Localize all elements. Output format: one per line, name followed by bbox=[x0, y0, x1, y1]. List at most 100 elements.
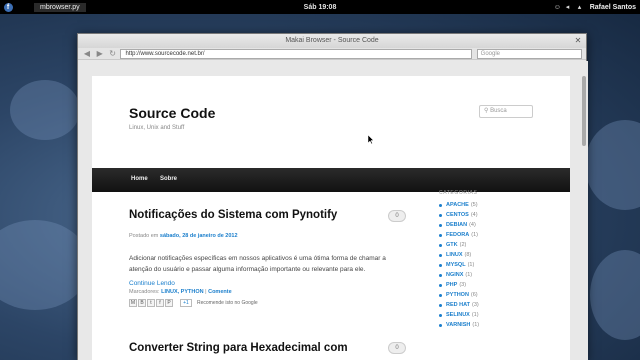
site-title[interactable]: Source Code bbox=[129, 105, 215, 121]
category-link[interactable]: RED HAT bbox=[446, 300, 470, 310]
post-title[interactable]: Converter String para Hexadecimal com bbox=[129, 342, 348, 354]
twitter-share-icon[interactable]: t bbox=[147, 299, 155, 307]
page-scrollbar[interactable] bbox=[582, 76, 586, 146]
category-count: (1) bbox=[471, 232, 478, 238]
bullet-icon bbox=[439, 293, 442, 297]
volume-icon[interactable]: ◂ bbox=[566, 4, 573, 11]
browser-window: Makai Browser - Source Code ✕ ◀ ▶ ↻ http… bbox=[77, 33, 588, 360]
comment-link[interactable]: Comente bbox=[208, 289, 232, 295]
close-icon[interactable]: ✕ bbox=[574, 37, 582, 45]
category-count: (3) bbox=[472, 302, 479, 308]
bullet-icon bbox=[439, 313, 442, 317]
nav-link-sobre[interactable]: Sobre bbox=[160, 176, 177, 182]
site-navbar: Home Sobre bbox=[92, 168, 570, 192]
categories-sidebar: CATEGORIAS APACHE (5) CENTOS (4) DEBIAN (4)… bbox=[439, 190, 479, 330]
google-plus-one-icon[interactable]: +1 bbox=[180, 299, 192, 307]
desktop-rock bbox=[590, 250, 640, 340]
bullet-icon bbox=[439, 223, 442, 227]
web-search-input[interactable]: Google bbox=[476, 48, 582, 59]
continue-reading-link[interactable]: Continue Lendo bbox=[129, 278, 407, 289]
clock[interactable]: Sáb 19:08 bbox=[0, 4, 640, 11]
url-input[interactable]: http://www.sourcecode.net.br/ bbox=[120, 48, 472, 59]
pinterest-share-icon[interactable]: P bbox=[165, 299, 173, 307]
blogthis-share-icon[interactable]: B bbox=[138, 299, 146, 307]
recommend-text: Recomende isto no Google bbox=[197, 300, 258, 306]
labels-prefix: Marcadores: bbox=[129, 289, 160, 295]
post-excerpt: Adicionar notificações específicas em no… bbox=[129, 255, 386, 273]
category-item: PHP (3) bbox=[439, 280, 479, 290]
top-panel: f mbrowser.py Sáb 19:08 ☺ ◂ ▴ Rafael San… bbox=[0, 0, 640, 14]
bullet-icon bbox=[439, 303, 442, 307]
category-count: (2) bbox=[459, 242, 467, 248]
category-item: LINUX (8) bbox=[439, 250, 479, 260]
bullet-icon bbox=[439, 203, 442, 207]
window-title: Makai Browser - Source Code bbox=[285, 37, 379, 44]
post-title[interactable]: Notificações do Sistema com Pynotify bbox=[129, 209, 337, 221]
accessibility-icon[interactable]: ☺ bbox=[554, 4, 561, 11]
bullet-icon bbox=[439, 253, 442, 257]
category-item: GTK (2) bbox=[439, 240, 479, 250]
category-link[interactable]: PYTHON bbox=[446, 290, 469, 300]
category-link[interactable]: MYSQL bbox=[446, 260, 466, 270]
site-search-placeholder: Busca bbox=[490, 108, 507, 114]
category-link[interactable]: SELINUX bbox=[446, 310, 470, 320]
bullet-icon bbox=[439, 213, 442, 217]
browser-viewport: Source Code Linux, Unix and Stuff ⚲ Busc… bbox=[78, 61, 588, 360]
category-count: (5) bbox=[470, 202, 478, 208]
category-item: MYSQL (1) bbox=[439, 260, 479, 270]
app-menu[interactable]: mbrowser.py bbox=[34, 2, 86, 12]
category-count: (1) bbox=[471, 312, 479, 318]
category-count: (4) bbox=[470, 212, 478, 218]
category-count: (6) bbox=[470, 292, 478, 298]
categories-heading: CATEGORIAS bbox=[439, 190, 478, 196]
system-tray: ☺ ◂ ▴ Rafael Santos bbox=[554, 0, 636, 14]
desktop-rock bbox=[585, 120, 640, 210]
facebook-share-icon[interactable]: f bbox=[156, 299, 164, 307]
forward-arrow-icon[interactable]: ▶ bbox=[95, 49, 105, 59]
category-item: CENTOS (4) bbox=[439, 210, 479, 220]
post-labels: Marcadores: LINUX, PYTHON | Comente bbox=[129, 289, 232, 295]
bullet-icon bbox=[439, 263, 442, 267]
nav-link-home[interactable]: Home bbox=[131, 176, 148, 182]
post-date-link[interactable]: sábado, 28 de janeiro de 2012 bbox=[160, 233, 238, 239]
category-link[interactable]: PHP bbox=[446, 280, 457, 290]
email-share-icon[interactable]: M bbox=[129, 299, 137, 307]
site-search-input[interactable]: ⚲ Busca bbox=[479, 105, 533, 118]
fedora-logo-icon: f bbox=[3, 2, 13, 12]
comment-count-badge[interactable]: 0 bbox=[388, 210, 406, 222]
category-link[interactable]: CENTOS bbox=[446, 210, 469, 220]
activities-button[interactable]: f bbox=[0, 0, 16, 14]
comment-count-badge[interactable]: 0 bbox=[388, 342, 406, 354]
category-link[interactable]: APACHE bbox=[446, 200, 469, 210]
category-link[interactable]: DEBIAN bbox=[446, 220, 467, 230]
browser-toolbar: ◀ ▶ ↻ http://www.sourcecode.net.br/ Goog… bbox=[78, 48, 586, 60]
category-item: RED HAT (3) bbox=[439, 300, 479, 310]
mouse-cursor-icon bbox=[368, 135, 374, 144]
bullet-icon bbox=[439, 273, 442, 277]
web-page: Source Code Linux, Unix and Stuff ⚲ Busc… bbox=[92, 76, 570, 360]
user-menu[interactable]: Rafael Santos bbox=[590, 4, 636, 11]
back-arrow-icon[interactable]: ◀ bbox=[82, 49, 92, 59]
category-count: (1) bbox=[467, 262, 475, 268]
category-count: (1) bbox=[472, 322, 480, 328]
category-link[interactable]: GTK bbox=[446, 240, 458, 250]
category-item: FEDORA (1) bbox=[439, 230, 479, 240]
category-item: SELINUX (1) bbox=[439, 310, 479, 320]
post-meta-prefix: Postado em bbox=[129, 233, 159, 239]
category-count: (4) bbox=[469, 222, 476, 228]
category-link[interactable]: VARNISH bbox=[446, 320, 470, 330]
labels-links[interactable]: LINUX, PYTHON bbox=[161, 289, 203, 295]
category-count: (8) bbox=[464, 252, 472, 258]
category-item: APACHE (5) bbox=[439, 200, 479, 210]
category-link[interactable]: FEDORA bbox=[446, 230, 469, 240]
category-item: PYTHON (6) bbox=[439, 290, 479, 300]
category-item: NGINX (1) bbox=[439, 270, 479, 280]
network-icon[interactable]: ▴ bbox=[578, 4, 585, 11]
reload-icon[interactable]: ↻ bbox=[108, 49, 118, 59]
window-titlebar[interactable]: Makai Browser - Source Code ✕ bbox=[78, 34, 586, 48]
category-item: VARNISH (1) bbox=[439, 320, 479, 330]
category-count: (1) bbox=[465, 272, 473, 278]
site-description: Linux, Unix and Stuff bbox=[129, 125, 185, 131]
category-link[interactable]: LINUX bbox=[446, 250, 463, 260]
category-link[interactable]: NGINX bbox=[446, 270, 463, 280]
